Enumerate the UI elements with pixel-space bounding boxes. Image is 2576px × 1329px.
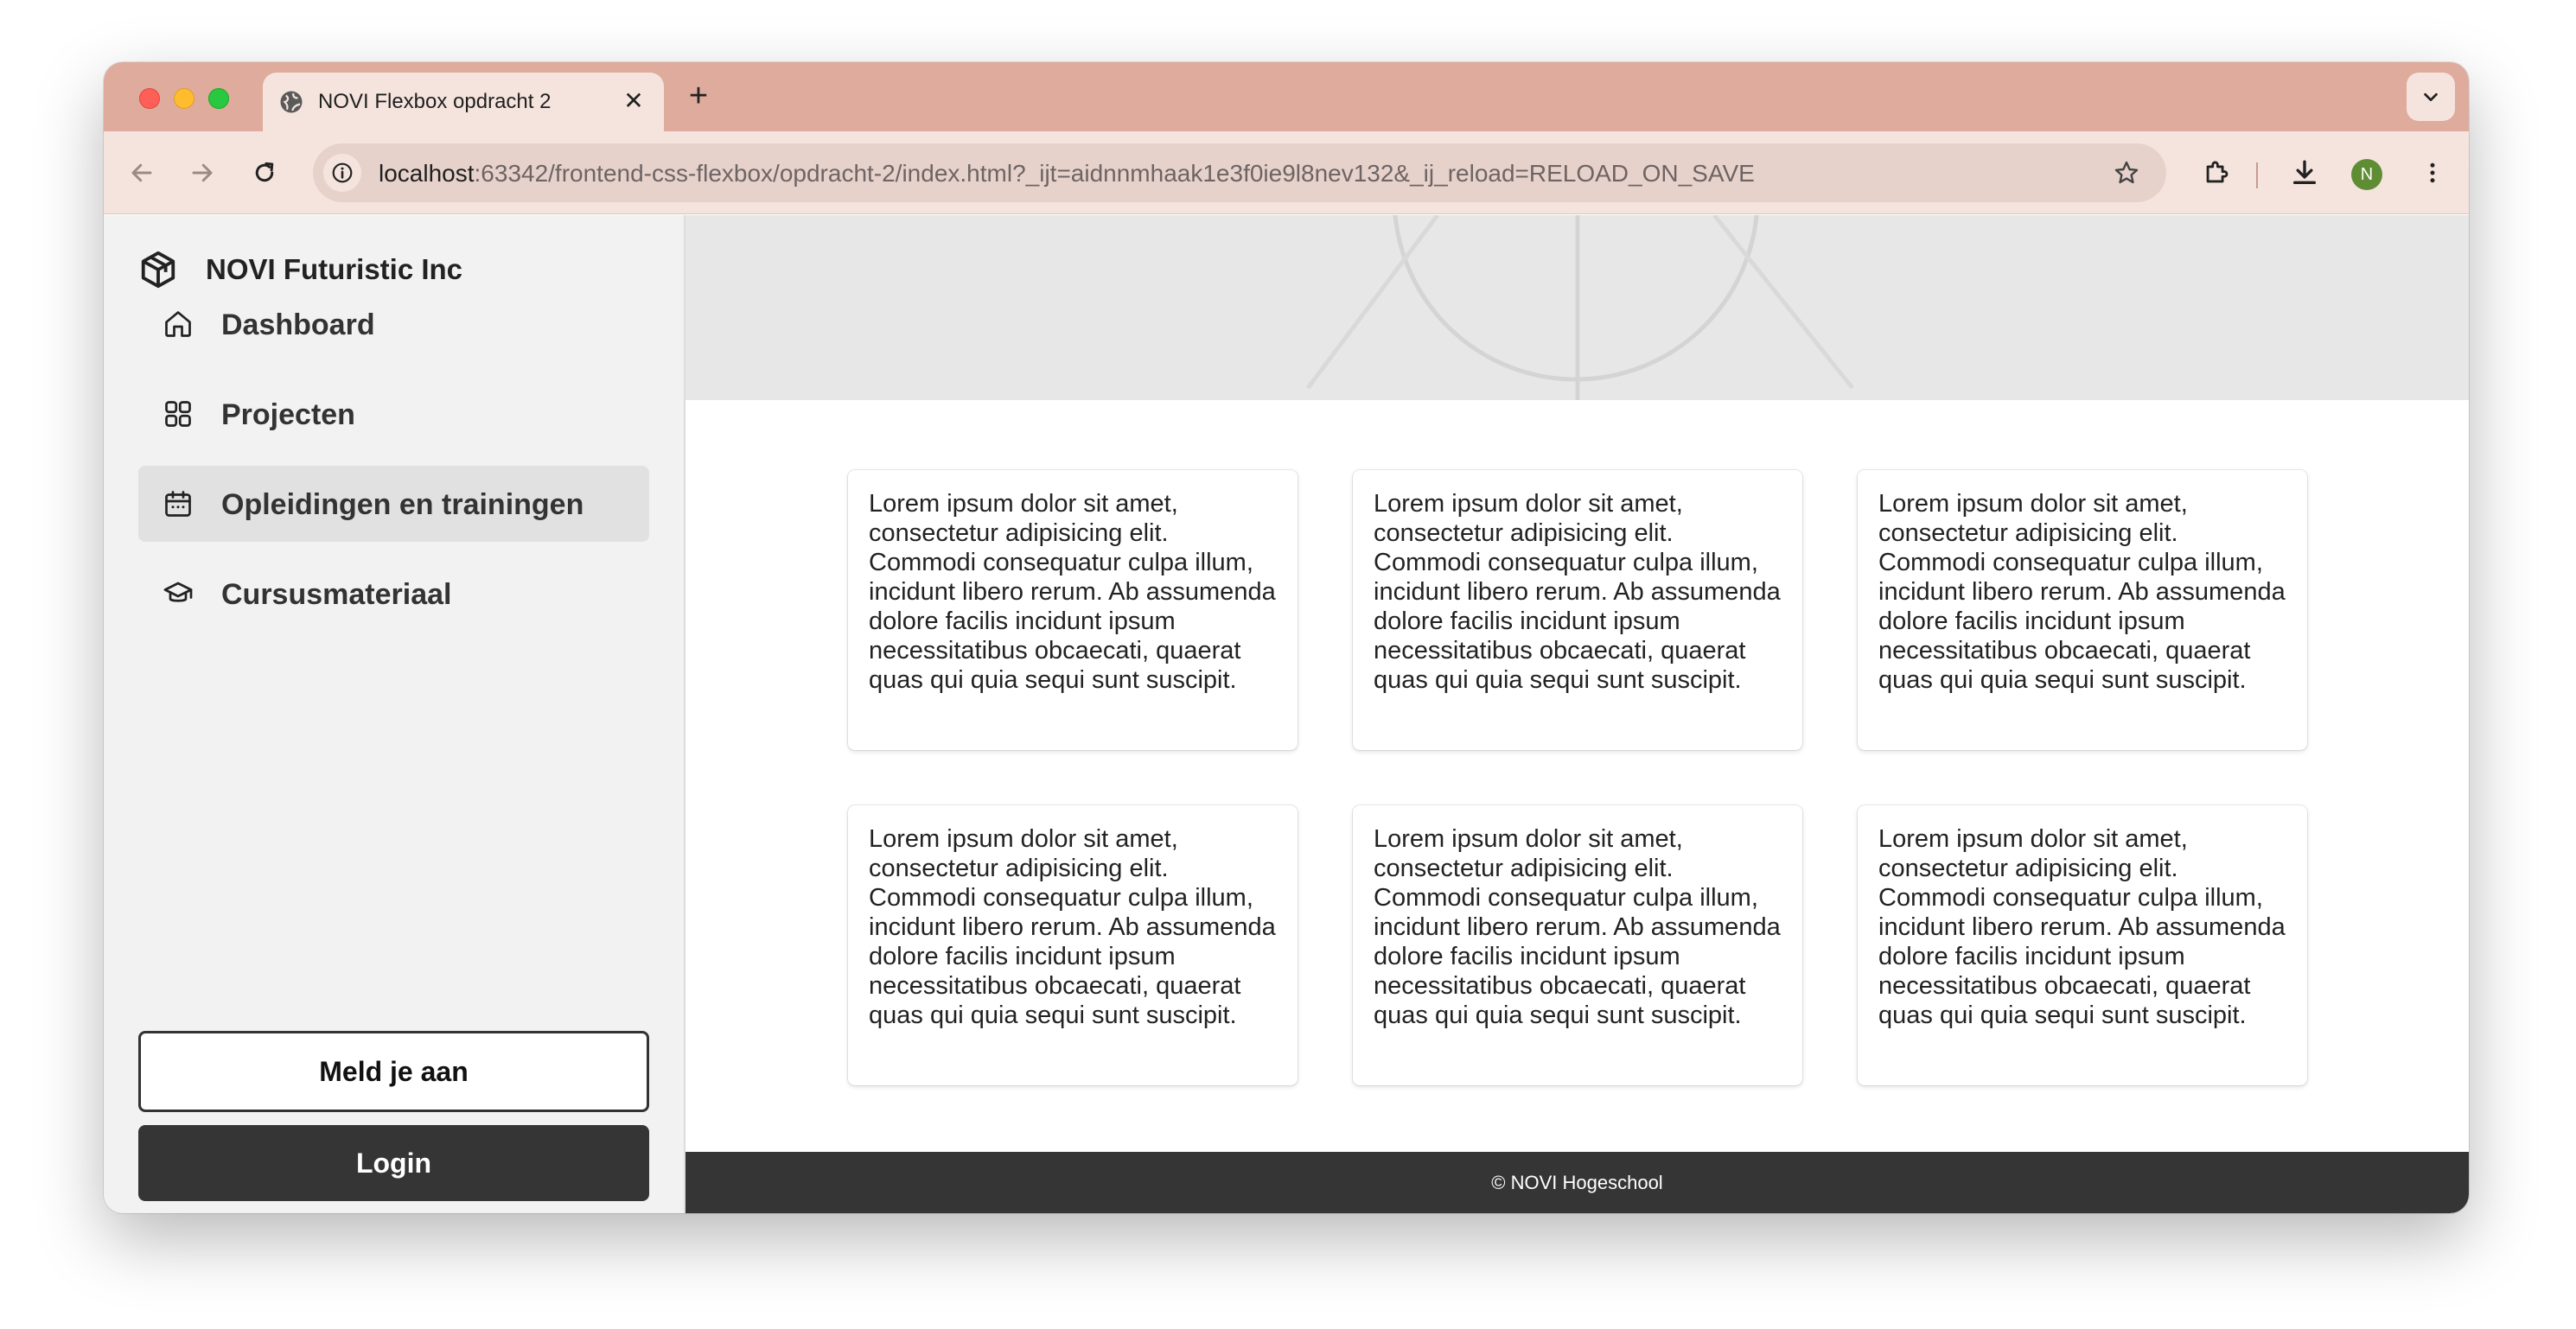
browser-menu-button[interactable] (2415, 156, 2450, 190)
reload-button[interactable] (247, 156, 282, 190)
grid-icon (165, 401, 191, 427)
close-tab-icon[interactable]: ✕ (619, 86, 648, 116)
login-button[interactable]: Login (138, 1125, 649, 1201)
graduation-cap-icon (163, 582, 193, 602)
content-card: Lorem ipsum dolor sit amet, consectetur … (1353, 805, 1802, 1085)
footer-copyright: © NOVI Hogeschool (1491, 1171, 1663, 1193)
toolbar-divider (2256, 162, 2258, 188)
close-window-button[interactable] (139, 88, 160, 109)
arrow-right-icon (192, 163, 213, 182)
home-icon (165, 311, 191, 337)
content-card: Lorem ipsum dolor sit amet, consectetur … (1353, 470, 1802, 750)
puzzle-icon (2206, 161, 2228, 183)
sidebar-item-label: Projecten (221, 398, 355, 431)
downloads-button[interactable] (2287, 156, 2322, 190)
url-text: localhost:63342/frontend-css-flexbox/opd… (379, 160, 1755, 188)
url-host: localhost (379, 160, 475, 187)
sidebar-item-label: Opleidingen en trainingen (221, 488, 584, 521)
content-card: Lorem ipsum dolor sit amet, consectetur … (1858, 470, 2307, 750)
sidebar: NOVI Futuristic Inc Dashboard Projecten … (104, 215, 685, 1213)
card-text: Lorem ipsum dolor sit amet, consectetur … (1374, 825, 1781, 1029)
tab-strip: NOVI Flexbox opdracht 2 ✕ + (104, 62, 2469, 131)
brand-name: NOVI Futuristic Inc (206, 253, 463, 285)
sidebar-item-dashboard[interactable]: Dashboard (138, 286, 649, 362)
content-card: Lorem ipsum dolor sit amet, consectetur … (848, 805, 1298, 1085)
profile-avatar[interactable]: N (2351, 159, 2382, 190)
hero-banner (685, 215, 2469, 400)
sidebar-item-label: Dashboard (221, 308, 375, 341)
calendar-icon (165, 491, 191, 517)
extensions-button[interactable] (2199, 156, 2234, 190)
desktop: NOVI Flexbox opdracht 2 ✕ + localhost:63… (0, 0, 2576, 1329)
page-footer: © NOVI Hogeschool (685, 1152, 2469, 1213)
web-page: NOVI Futuristic Inc Dashboard Projecten … (104, 215, 2469, 1213)
hero-illustration (1306, 215, 1854, 400)
browser-tab[interactable]: NOVI Flexbox opdracht 2 ✕ (263, 73, 664, 131)
card-text: Lorem ipsum dolor sit amet, consectetur … (869, 490, 1276, 694)
sidebar-item-opleidingen[interactable]: Opleidingen en trainingen (138, 466, 649, 542)
card-text: Lorem ipsum dolor sit amet, consectetur … (1374, 490, 1781, 694)
tab-search-button[interactable] (2407, 73, 2455, 121)
content-card: Lorem ipsum dolor sit amet, consectetur … (1858, 805, 2307, 1085)
maximize-window-button[interactable] (208, 88, 229, 109)
site-info-button[interactable] (323, 154, 361, 192)
sidebar-item-projecten[interactable]: Projecten (138, 376, 649, 452)
main-content: Lorem ipsum dolor sit amet, consectetur … (685, 215, 2469, 1213)
sidebar-item-label: Cursusmateriaal (221, 578, 452, 611)
card-text: Lorem ipsum dolor sit amet, consectetur … (1878, 825, 2286, 1029)
brand[interactable]: NOVI Futuristic Inc (138, 250, 462, 289)
chevron-down-icon (2424, 92, 2438, 102)
back-button[interactable] (124, 156, 159, 190)
bookmark-button[interactable] (2109, 156, 2144, 190)
url-path: :63342/frontend-css-flexbox/opdracht-2/i… (474, 160, 1755, 187)
card-text: Lorem ipsum dolor sit amet, consectetur … (869, 825, 1276, 1029)
content-card: Lorem ipsum dolor sit amet, consectetur … (848, 470, 1298, 750)
forward-button[interactable] (185, 156, 220, 190)
info-icon (332, 162, 353, 183)
address-bar[interactable]: localhost:63342/frontend-css-flexbox/opd… (313, 143, 2166, 202)
new-tab-button[interactable]: + (681, 79, 716, 114)
browser-window: NOVI Flexbox opdracht 2 ✕ + localhost:63… (104, 62, 2469, 1213)
reload-icon (255, 162, 274, 182)
card-text: Lorem ipsum dolor sit amet, consectetur … (1878, 490, 2286, 694)
globe-icon (280, 91, 303, 113)
minimize-window-button[interactable] (174, 88, 194, 109)
sidebar-item-cursusmateriaal[interactable]: Cursusmateriaal (138, 556, 649, 632)
more-vertical-icon (2430, 162, 2435, 183)
download-icon (2292, 160, 2317, 185)
star-icon (2114, 161, 2139, 184)
signup-button[interactable]: Meld je aan (138, 1031, 649, 1112)
tab-title: NOVI Flexbox opdracht 2 (318, 90, 552, 113)
cube-logo-icon (141, 251, 175, 289)
browser-toolbar: localhost:63342/frontend-css-flexbox/opd… (104, 131, 2469, 214)
arrow-left-icon (131, 163, 152, 182)
